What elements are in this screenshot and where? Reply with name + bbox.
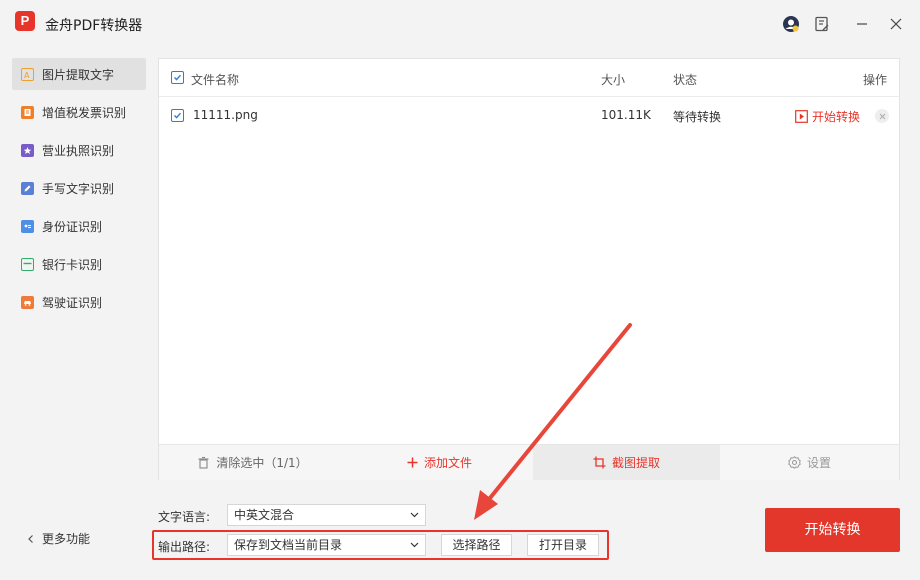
check-icon xyxy=(174,74,182,81)
clear-selected-button[interactable]: 清除选中（1/1） xyxy=(159,445,346,480)
row-start-convert-label: 开始转换 xyxy=(812,110,861,124)
id-card-icon xyxy=(21,219,34,233)
select-all-checkbox[interactable] xyxy=(171,71,184,84)
plus-icon xyxy=(407,457,418,468)
check-icon xyxy=(174,112,182,119)
choose-path-button[interactable]: 选择路径 xyxy=(441,534,512,556)
invoice-icon xyxy=(21,105,34,119)
file-name: 11111.png xyxy=(193,108,258,122)
app-title: 金舟PDF转换器 xyxy=(45,18,143,34)
chevron-left-icon xyxy=(28,534,33,543)
output-path-select[interactable]: 保存到文档当前目录 xyxy=(227,534,426,556)
table-header: 文件名称 大小 状态 操作 xyxy=(159,59,899,97)
language-value: 中英文混合 xyxy=(234,508,295,522)
header-status: 状态 xyxy=(673,73,698,87)
header-name: 文件名称 xyxy=(191,73,240,87)
sidebar-item-image-text[interactable]: A 图片提取文字 xyxy=(12,58,146,90)
sidebar-item-label: 增值税发票识别 xyxy=(42,105,127,120)
row-checkbox[interactable] xyxy=(171,109,184,122)
remove-row-icon[interactable] xyxy=(875,109,889,123)
sidebar-item-invoice[interactable]: 增值税发票识别 xyxy=(12,96,146,128)
sidebar-item-id-card[interactable]: 身份证识别 xyxy=(12,210,146,242)
screenshot-extract-button[interactable]: 截图提取 xyxy=(533,445,720,480)
output-path-value: 保存到文档当前目录 xyxy=(234,538,343,552)
sidebar-item-label: 图片提取文字 xyxy=(42,67,115,82)
minimize-icon[interactable] xyxy=(852,14,872,34)
car-icon xyxy=(21,295,34,309)
sidebar-item-label: 营业执照识别 xyxy=(42,143,115,158)
screenshot-extract-label: 截图提取 xyxy=(611,456,660,470)
more-functions-label: 更多功能 xyxy=(42,532,91,546)
app-logo: P xyxy=(15,11,35,31)
sidebar-item-label: 银行卡识别 xyxy=(42,257,103,272)
header-size: 大小 xyxy=(601,73,626,87)
output-path-label: 输出路径: xyxy=(158,540,211,554)
svg-text:A: A xyxy=(24,71,30,79)
table-row[interactable]: 11111.png 101.11K 等待转换 开始转换 xyxy=(159,98,899,134)
account-icon[interactable] xyxy=(781,14,801,34)
settings-label: 设置 xyxy=(806,456,831,470)
sidebar-item-label: 身份证识别 xyxy=(42,219,103,234)
image-text-icon: A xyxy=(21,67,34,81)
title-bar: P 金舟PDF转换器 xyxy=(0,0,920,48)
file-toolbar: 清除选中（1/1） 添加文件 截图提取 设置 xyxy=(159,444,899,480)
settings-button[interactable]: 设置 xyxy=(720,445,899,480)
add-file-button[interactable]: 添加文件 xyxy=(346,445,533,480)
chevron-down-icon xyxy=(410,542,419,548)
pen-icon xyxy=(21,181,34,195)
row-start-convert-button[interactable]: 开始转换 xyxy=(795,108,860,125)
bank-card-icon xyxy=(21,257,34,271)
trash-icon xyxy=(198,456,209,469)
sidebar-item-license[interactable]: 营业执照识别 xyxy=(12,134,146,166)
file-size: 101.11K xyxy=(601,108,651,122)
feedback-icon[interactable] xyxy=(812,14,832,34)
open-directory-button[interactable]: 打开目录 xyxy=(527,534,599,556)
header-action: 操作 xyxy=(863,73,888,87)
sidebar-item-label: 手写文字识别 xyxy=(42,181,115,196)
sidebar-item-driver-license[interactable]: 驾驶证识别 xyxy=(12,286,146,318)
sidebar-item-label: 驾驶证识别 xyxy=(42,295,103,310)
file-status: 等待转换 xyxy=(673,110,722,124)
crop-icon xyxy=(593,456,606,469)
file-list-panel: 文件名称 大小 状态 操作 11111.png 101.11K 等待转换 开始转… xyxy=(158,58,900,480)
sidebar: A 图片提取文字 增值税发票识别 营业执照识别 手写文字识别 身份证识别 银行卡… xyxy=(0,56,158,356)
more-functions-link[interactable]: 更多功能 xyxy=(26,530,90,547)
play-icon xyxy=(795,110,808,123)
sidebar-item-handwriting[interactable]: 手写文字识别 xyxy=(12,172,146,204)
chevron-down-icon xyxy=(410,512,419,518)
clear-selected-label: 清除选中（1/1） xyxy=(216,456,308,470)
license-icon xyxy=(21,143,34,157)
gear-icon xyxy=(788,456,801,469)
language-label: 文字语言: xyxy=(158,510,211,524)
language-select[interactable]: 中英文混合 xyxy=(227,504,426,526)
sidebar-item-bank-card[interactable]: 银行卡识别 xyxy=(12,248,146,280)
add-file-label: 添加文件 xyxy=(423,456,472,470)
close-icon[interactable] xyxy=(886,14,906,34)
start-convert-button[interactable]: 开始转换 xyxy=(765,508,900,552)
